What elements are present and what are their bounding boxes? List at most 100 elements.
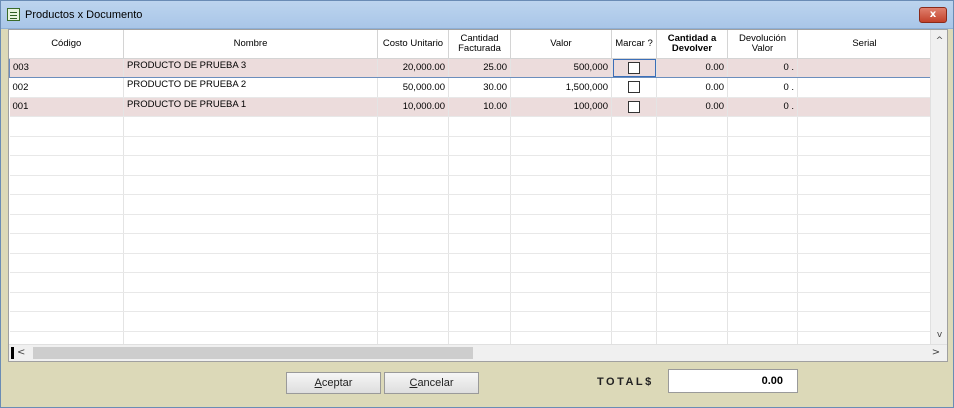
cell-nombre	[123, 194, 378, 215]
cell-costo	[377, 214, 449, 234]
header-serial[interactable]: Serial	[797, 30, 932, 59]
scroll-down-icon[interactable]: v	[931, 327, 948, 344]
cell-dev-valor	[727, 253, 798, 273]
cell-cantidad	[448, 292, 511, 312]
cancel-button[interactable]: Cancelar	[384, 372, 479, 394]
cell-serial	[797, 136, 932, 156]
table-row[interactable]	[9, 194, 932, 215]
accept-button[interactable]: Aceptar	[286, 372, 381, 394]
marcar-checkbox[interactable]	[628, 61, 640, 74]
cell-dev-valor	[727, 272, 798, 293]
cell-dev-valor: 0 .	[727, 77, 798, 98]
table-row[interactable]	[9, 175, 932, 195]
header-costo-unitario[interactable]: Costo Unitario	[377, 30, 449, 59]
cell-codigo	[9, 155, 124, 176]
cell-nombre: PRODUCTO DE PRUEBA 2	[123, 77, 378, 98]
table-row[interactable]	[9, 116, 932, 137]
cell-dev-valor: 0 .	[727, 97, 798, 117]
header-devolucion-valor[interactable]: Devolución Valor	[727, 30, 798, 59]
cell-costo	[377, 194, 449, 215]
totals-field[interactable]: 0.00	[668, 369, 798, 393]
cell-marcar[interactable]	[611, 194, 657, 215]
table-row[interactable]	[9, 155, 932, 176]
header-nombre[interactable]: Nombre	[123, 30, 378, 59]
table-row[interactable]	[9, 253, 932, 273]
cell-cant-devolver	[656, 155, 728, 176]
cell-marcar[interactable]	[611, 214, 657, 234]
marcar-checkbox[interactable]	[628, 100, 640, 113]
cell-cant-devolver	[656, 136, 728, 156]
header-cantidad-facturada[interactable]: Cantidad Facturada	[448, 30, 511, 59]
cell-cantidad	[448, 214, 511, 234]
cell-serial	[797, 97, 932, 117]
window: Productos x Documento x Código Nombre Co…	[0, 0, 954, 408]
close-button[interactable]: x	[919, 7, 947, 23]
cell-marcar[interactable]	[611, 116, 657, 137]
cell-nombre: PRODUCTO DE PRUEBA 3	[123, 57, 378, 78]
cell-cantidad	[448, 233, 511, 254]
horizontal-scrollbar[interactable]: < >	[9, 344, 947, 361]
title-bar[interactable]: Productos x Documento x	[1, 1, 953, 29]
table-row[interactable]	[9, 272, 932, 293]
cell-serial	[797, 292, 932, 312]
header-marcar[interactable]: Marcar ?	[611, 30, 657, 59]
marcar-checkbox[interactable]	[628, 81, 640, 94]
products-grid-panel: Código Nombre Costo Unitario Cantidad Fac…	[8, 29, 948, 362]
cell-cantidad	[448, 194, 511, 215]
app-icon	[7, 8, 20, 21]
header-codigo[interactable]: Código	[9, 30, 124, 59]
table-row[interactable]: 003 PRODUCTO DE PRUEBA 3 20,000.00 25.00 500…	[9, 57, 932, 78]
cell-dev-valor	[727, 155, 798, 176]
table-row[interactable]	[9, 311, 932, 332]
scroll-up-icon[interactable]: ^	[931, 33, 948, 50]
cell-serial	[797, 233, 932, 254]
cell-cantidad: 10.00	[448, 97, 511, 117]
cell-dev-valor: 0 .	[727, 57, 798, 78]
cell-nombre: PRODUCTO DE PRUEBA 1	[123, 97, 378, 117]
header-valor[interactable]: Valor	[510, 30, 612, 59]
cell-cantidad: 25.00	[448, 57, 511, 78]
scroll-left-icon[interactable]: <	[17, 345, 31, 361]
table-row[interactable]	[9, 214, 932, 234]
table-row[interactable]: 002 PRODUCTO DE PRUEBA 2 50,000.00 30.00 1,5…	[9, 77, 932, 98]
cell-marcar[interactable]	[611, 175, 657, 195]
cell-marcar[interactable]	[611, 57, 657, 78]
cell-codigo	[9, 136, 124, 156]
table-row[interactable]	[9, 233, 932, 254]
horizontal-scroll-thumb[interactable]	[33, 347, 473, 359]
cell-codigo	[9, 272, 124, 293]
cell-marcar[interactable]	[611, 233, 657, 254]
table-row[interactable]	[9, 136, 932, 156]
cell-dev-valor	[727, 292, 798, 312]
cell-marcar[interactable]	[611, 155, 657, 176]
cell-codigo	[9, 116, 124, 137]
scroll-right-icon[interactable]: >	[929, 345, 943, 361]
cell-serial	[797, 57, 932, 78]
cell-serial	[797, 155, 932, 176]
table-header: Código Nombre Costo Unitario Cantidad Fac…	[9, 30, 932, 59]
cell-marcar[interactable]	[611, 77, 657, 98]
cell-cant-devolver	[656, 253, 728, 273]
cell-cant-devolver	[656, 116, 728, 137]
cell-cantidad	[448, 136, 511, 156]
header-cantidad-devolver[interactable]: Cantidad a Devolver	[656, 30, 728, 59]
table-body: 003 PRODUCTO DE PRUEBA 3 20,000.00 25.00 500…	[9, 57, 932, 351]
cell-costo	[377, 272, 449, 293]
cell-marcar[interactable]	[611, 97, 657, 117]
cell-valor: 500,000	[510, 57, 612, 78]
cell-marcar[interactable]	[611, 292, 657, 312]
cell-marcar[interactable]	[611, 311, 657, 332]
cell-marcar[interactable]	[611, 136, 657, 156]
cell-marcar[interactable]	[611, 272, 657, 293]
table-row[interactable]: 001 PRODUCTO DE PRUEBA 1 10,000.00 10.00 100…	[9, 97, 932, 117]
cell-marcar[interactable]	[611, 253, 657, 273]
cell-costo	[377, 155, 449, 176]
cell-codigo: 001	[9, 97, 124, 117]
cell-serial	[797, 175, 932, 195]
cell-costo	[377, 311, 449, 332]
cell-costo: 50,000.00	[377, 77, 449, 98]
cell-codigo: 003	[9, 57, 124, 78]
table-row[interactable]	[9, 292, 932, 312]
cell-costo	[377, 136, 449, 156]
vertical-scrollbar[interactable]: ^ v	[930, 30, 947, 344]
